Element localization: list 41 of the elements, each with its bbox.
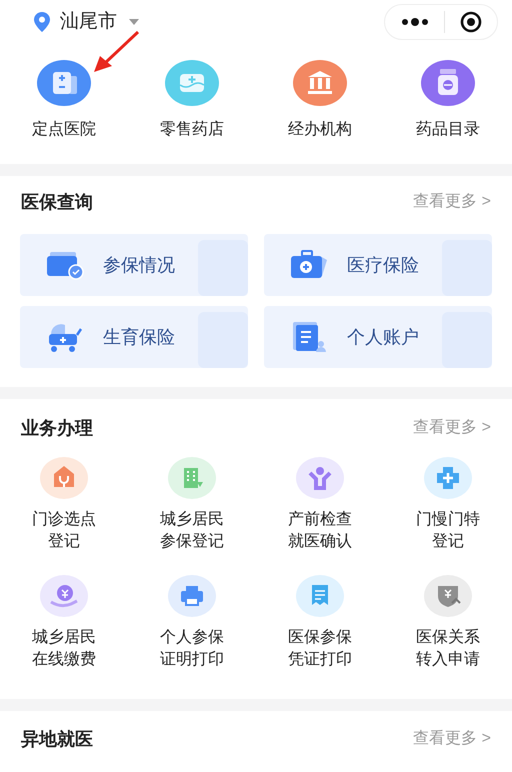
query-card[interactable]: 个人账户 [264, 306, 492, 368]
service-item-label[interactable]: 门慢门特登记 [415, 509, 481, 553]
medicine-bottle-icon [421, 60, 475, 106]
more-icon[interactable] [402, 18, 428, 26]
receipt-icon [293, 575, 347, 617]
house-icon [37, 457, 91, 499]
payment-hand-icon [37, 575, 91, 617]
section-title: 异地就医 [21, 728, 93, 750]
service-item-label[interactable]: 城乡居民在线缴费 [31, 627, 97, 671]
service-item-label[interactable]: 个人参保证明打印 [159, 627, 225, 671]
service-item-label[interactable]: 门诊选点登记 [31, 509, 97, 553]
account-document-icon [291, 322, 329, 352]
service-item-label[interactable]: 产前检查就医确认 [287, 509, 353, 553]
pharmacy-icon [165, 60, 219, 106]
printer-icon [165, 575, 219, 617]
city-selector[interactable]: 汕尾市 [60, 8, 117, 36]
quick-link-label[interactable]: 药品目录 [416, 118, 480, 142]
query-card[interactable]: 医疗保险 [264, 234, 492, 296]
quick-link-label[interactable]: 定点医院 [32, 118, 96, 142]
section-title: 医保查询 [21, 190, 93, 214]
quick-link-label[interactable]: 零售药店 [160, 118, 224, 142]
shield-transfer-icon [421, 575, 475, 617]
building-icon [165, 457, 219, 499]
section-title: 业务办理 [21, 416, 93, 440]
annotation-arrow [92, 30, 140, 74]
institution-building-icon [293, 60, 347, 106]
child-figure-icon [293, 457, 347, 499]
medical-kit-icon [291, 250, 329, 280]
query-card[interactable]: 生育保险 [20, 306, 248, 368]
dropdown-caret-icon[interactable] [129, 19, 139, 25]
baby-stroller-icon [47, 322, 85, 352]
query-card[interactable]: 参保情况 [20, 234, 248, 296]
location-pin-icon [34, 12, 50, 32]
service-item-label[interactable]: 医保参保凭证打印 [287, 627, 353, 671]
service-item-label[interactable]: 医保关系转入申请 [415, 627, 481, 671]
hospital-icon [37, 60, 91, 106]
medical-cross-icon [421, 457, 475, 499]
close-target-icon[interactable] [460, 11, 482, 33]
quick-link-label[interactable]: 经办机构 [288, 118, 352, 142]
insurance-card-icon [47, 250, 85, 280]
service-item-label[interactable]: 城乡居民参保登记 [159, 509, 225, 553]
